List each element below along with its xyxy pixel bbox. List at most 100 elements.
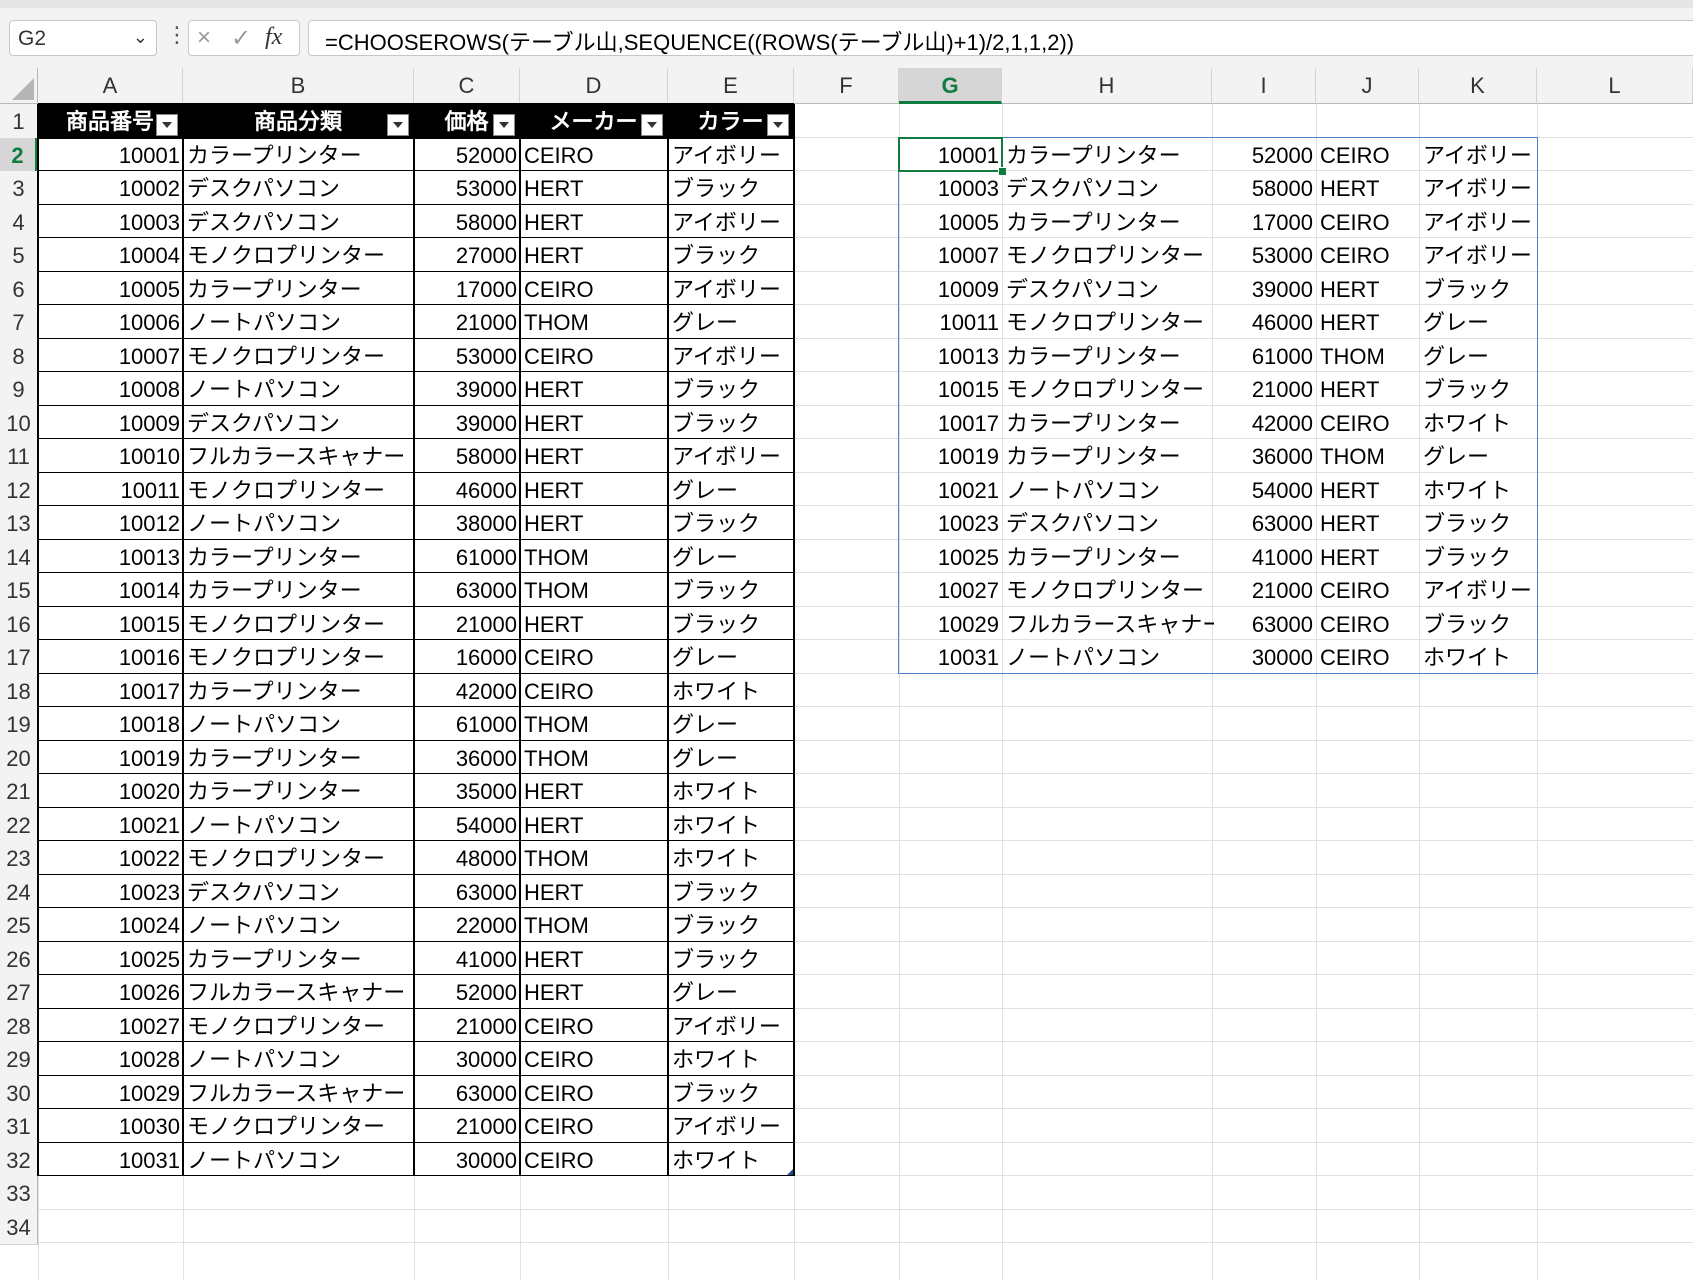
table-cell[interactable]: ノートパソコン (183, 808, 414, 843)
table-cell[interactable]: 10014 (38, 573, 183, 608)
row-header-4[interactable]: 4 (0, 204, 38, 240)
table-cell[interactable]: モノクロプリンター (183, 640, 414, 675)
table-cell[interactable]: THOM (520, 841, 668, 876)
table-cell[interactable]: 10025 (38, 942, 183, 977)
insert-function-icon[interactable]: fx (265, 24, 282, 51)
fill-handle[interactable] (998, 167, 1007, 176)
table-cell[interactable]: グレー (668, 473, 794, 508)
table-cell[interactable]: モノクロプリンター (183, 841, 414, 876)
table-cell[interactable]: CEIRO (520, 138, 668, 173)
table-cell[interactable]: 63000 (414, 875, 520, 910)
table-cell[interactable]: 10027 (38, 1009, 183, 1044)
table-cell[interactable]: カラープリンター (183, 540, 414, 575)
table-cell[interactable]: HERT (520, 406, 668, 441)
select-all-corner[interactable] (0, 68, 38, 104)
row-header-26[interactable]: 26 (0, 941, 38, 977)
column-header-f[interactable]: F (794, 68, 899, 104)
column-header-j[interactable]: J (1316, 68, 1419, 104)
table-cell[interactable]: 10029 (38, 1076, 183, 1111)
table-cell[interactable]: ノートパソコン (183, 305, 414, 340)
table-cell[interactable]: ブラック (668, 406, 794, 441)
row-header-13[interactable]: 13 (0, 506, 38, 541)
table-cell[interactable]: フルカラースキャナー (183, 439, 414, 474)
row-header-27[interactable]: 27 (0, 975, 38, 1010)
row-header-16[interactable]: 16 (0, 606, 38, 642)
table-cell[interactable]: 10008 (38, 372, 183, 407)
table-cell[interactable]: 10022 (38, 841, 183, 876)
row-header-8[interactable]: 8 (0, 338, 38, 374)
table-header-cell[interactable]: 価格 (414, 104, 520, 139)
column-header-e[interactable]: E (668, 68, 794, 104)
table-cell[interactable]: HERT (520, 808, 668, 843)
table-cell[interactable]: HERT (520, 171, 668, 206)
row-header-29[interactable]: 29 (0, 1042, 38, 1077)
table-cell[interactable]: 53000 (414, 171, 520, 206)
table-cell[interactable]: 10002 (38, 171, 183, 206)
table-cell[interactable]: HERT (520, 473, 668, 508)
table-cell[interactable]: 58000 (414, 439, 520, 474)
table-cell[interactable]: 10013 (38, 540, 183, 575)
check-icon[interactable]: ✓ (231, 24, 251, 53)
row-header-19[interactable]: 19 (0, 707, 38, 742)
table-cell[interactable]: フルカラースキャナー (183, 1076, 414, 1111)
table-cell[interactable]: HERT (520, 774, 668, 809)
row-header-3[interactable]: 3 (0, 171, 38, 206)
table-cell[interactable]: 21000 (414, 1109, 520, 1144)
table-cell[interactable]: モノクロプリンター (183, 473, 414, 508)
row-header-22[interactable]: 22 (0, 807, 38, 843)
table-cell[interactable]: 63000 (414, 1076, 520, 1111)
table-cell[interactable]: CEIRO (520, 272, 668, 307)
row-header-11[interactable]: 11 (0, 439, 38, 474)
table-cell[interactable]: 42000 (414, 674, 520, 709)
column-header-a[interactable]: A (38, 68, 183, 104)
row-header-33[interactable]: 33 (0, 1176, 38, 1211)
column-header-b[interactable]: B (183, 68, 414, 104)
row-header-24[interactable]: 24 (0, 874, 38, 910)
table-cell[interactable]: 10005 (38, 272, 183, 307)
table-cell[interactable]: 41000 (414, 942, 520, 977)
table-cell[interactable]: CEIRO (520, 640, 668, 675)
table-cell[interactable]: 38000 (414, 506, 520, 541)
table-cell[interactable]: 10003 (38, 205, 183, 240)
worksheet-grid[interactable]: A B C D E F G H I J K L 1 2 3 4 5 6 7 8 9 10 11 12 13 14 15 16 17 18 1… (0, 68, 1693, 1280)
table-cell[interactable]: 10015 (38, 607, 183, 642)
table-cell[interactable]: THOM (520, 707, 668, 742)
name-box[interactable]: G2 ⌄ (9, 20, 157, 56)
table-cell[interactable]: 10016 (38, 640, 183, 675)
row-header-17[interactable]: 17 (0, 640, 38, 675)
table-cell[interactable]: グレー (668, 741, 794, 776)
table-cell[interactable]: THOM (520, 540, 668, 575)
table-cell[interactable]: カラープリンター (183, 674, 414, 709)
table-cell[interactable]: ブラック (668, 607, 794, 642)
table-cell[interactable]: HERT (520, 942, 668, 977)
table-cell[interactable]: グレー (668, 305, 794, 340)
table-cell[interactable]: ノートパソコン (183, 707, 414, 742)
table-cell[interactable]: 10017 (38, 674, 183, 709)
table-cell[interactable]: カラープリンター (183, 272, 414, 307)
table-cell[interactable]: モノクロプリンター (183, 1009, 414, 1044)
table-cell[interactable]: ブラック (668, 238, 794, 273)
table-cell[interactable]: HERT (520, 238, 668, 273)
table-cell[interactable]: ホワイト (668, 674, 794, 709)
table-cell[interactable]: CEIRO (520, 1076, 668, 1111)
row-header-7[interactable]: 7 (0, 305, 38, 340)
table-cell[interactable]: ブラック (668, 908, 794, 943)
table-cell[interactable]: THOM (520, 573, 668, 608)
table-cell[interactable]: デスクパソコン (183, 205, 414, 240)
table-cell[interactable]: ブラック (668, 171, 794, 206)
table-cell[interactable]: 10001 (38, 138, 183, 173)
table-cell[interactable]: 10020 (38, 774, 183, 809)
table-cell[interactable]: 35000 (414, 774, 520, 809)
table-cell[interactable]: ブラック (668, 1076, 794, 1111)
table-cell[interactable]: HERT (520, 205, 668, 240)
table-cell[interactable]: 17000 (414, 272, 520, 307)
column-header-d[interactable]: D (520, 68, 668, 104)
cancel-icon[interactable]: × (197, 24, 211, 52)
row-header-32[interactable]: 32 (0, 1142, 38, 1178)
more-options-icon[interactable]: ⋮ (166, 22, 188, 48)
table-cell[interactable]: 54000 (414, 808, 520, 843)
table-cell[interactable]: 10007 (38, 339, 183, 374)
table-cell[interactable]: 46000 (414, 473, 520, 508)
table-cell[interactable]: ノートパソコン (183, 1143, 414, 1178)
table-cell[interactable]: CEIRO (520, 1042, 668, 1077)
